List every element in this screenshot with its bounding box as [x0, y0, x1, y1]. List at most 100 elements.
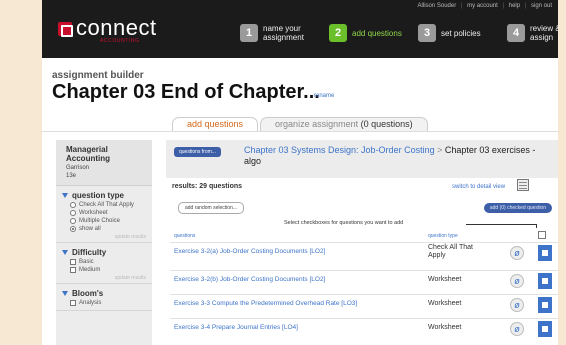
filter-title: Bloom's [72, 289, 104, 298]
tab-organize-count: (0 questions) [360, 119, 413, 129]
option-label: Basic [79, 259, 94, 265]
table-row: Exercise 3-2(a) Job-Order Costing Docume… [170, 242, 558, 262]
row-checkbox[interactable] [538, 321, 552, 337]
preview-icon[interactable]: ø [510, 298, 524, 312]
collapse-triangle-icon [62, 250, 68, 255]
book-title: Managerial Accounting [66, 145, 110, 163]
book-edition: 13e [66, 173, 77, 179]
question-type: Check All That Apply [428, 244, 474, 259]
preview-icon[interactable]: ø [510, 274, 524, 288]
question-type: Worksheet [428, 324, 462, 331]
checkbox-icon[interactable] [70, 267, 76, 273]
questions-from-button[interactable]: questions from... [174, 147, 221, 157]
instruction-arrow [466, 224, 536, 225]
filter-title: Difficulty [72, 248, 107, 257]
step-label: set policies [441, 28, 481, 38]
preview-icon[interactable]: ø [510, 246, 524, 260]
step-label: name your assignment [263, 24, 304, 42]
option-label: show all [79, 226, 101, 232]
step-review-assign[interactable]: 4 review & assign [507, 24, 558, 42]
step-number: 4 [507, 24, 525, 42]
step-label: review & assign [530, 24, 558, 42]
checkbox-icon[interactable] [70, 300, 76, 306]
step-label: add questions [352, 28, 402, 38]
tab-divider [42, 131, 558, 132]
switch-detail-view-link[interactable]: switch to detail view [452, 184, 505, 190]
logo-subtitle: ACCOUNTING [100, 38, 140, 44]
filter-blooms-toggle[interactable]: Bloom's [62, 289, 146, 298]
option-check-all-that-apply[interactable]: Check All That Apply [70, 202, 146, 208]
rename-link[interactable]: rename [314, 93, 334, 99]
col-type-header[interactable]: question type [428, 233, 458, 239]
radio-icon[interactable] [70, 202, 76, 208]
detail-view-icon[interactable] [517, 179, 529, 191]
step-name-assignment[interactable]: 1 name your assignment [240, 24, 319, 42]
radio-selected-icon[interactable] [70, 226, 76, 232]
question-type: Worksheet [428, 276, 462, 283]
row-checkbox[interactable] [538, 297, 552, 313]
question-link[interactable]: Exercise 3-2(b) Job-Order Costing Docume… [174, 276, 325, 283]
filter-difficulty: Difficulty Basic Medium update results [56, 243, 152, 284]
my-account-link[interactable]: my account [467, 3, 498, 9]
connect-logo-icon [58, 22, 73, 37]
step-set-policies[interactable]: 3 set policies [418, 24, 497, 42]
option-label: Analysis [79, 300, 102, 306]
question-link[interactable]: Exercise 3-4 Prepare Journal Entries [LO… [174, 324, 298, 331]
header: Allison Souder | my account | help | sig… [42, 0, 558, 58]
filter-question-type: question type Check All That Apply Works… [56, 186, 152, 243]
question-link[interactable]: Exercise 3-2(a) Job-Order Costing Docume… [174, 248, 325, 255]
chapter-link[interactable]: Chapter 03 Systems Design: Job-Order Cos… [244, 145, 435, 155]
add-checked-questions-button[interactable]: add (0) checked question [483, 203, 552, 213]
option-label: Multiple Choice [79, 218, 121, 224]
sign-out-link[interactable]: sign out [531, 3, 552, 9]
step-number: 1 [240, 24, 258, 42]
option-multiple-choice[interactable]: Multiple Choice [70, 218, 146, 224]
tab-organize-label: organize assignment [275, 119, 359, 129]
row-checkbox[interactable] [538, 245, 552, 261]
question-type: Worksheet [428, 300, 462, 307]
step-add-questions[interactable]: 2 add questions [329, 24, 408, 42]
question-source-bar: questions from... Chapter 03 Systems Des… [166, 140, 558, 178]
table-row: Exercise 3-2(b) Job-Order Costing Docume… [170, 270, 558, 290]
radio-icon[interactable] [70, 210, 76, 216]
select-all-checkbox[interactable] [538, 231, 546, 239]
table-row: Exercise 3-3 Compute the Predetermined O… [170, 294, 558, 314]
page: Allison Souder | my account | help | sig… [42, 0, 558, 345]
collapse-triangle-icon [62, 291, 68, 296]
tab-organize-assignment[interactable]: organize assignment (0 questions) [260, 117, 428, 131]
page-background-right [558, 0, 566, 345]
logo-text: connect [76, 15, 157, 40]
connect-logo[interactable]: connect [58, 15, 157, 40]
update-results-button[interactable]: update results [62, 275, 146, 281]
question-link[interactable]: Exercise 3-3 Compute the Predetermined O… [174, 300, 357, 307]
radio-icon[interactable] [70, 218, 76, 224]
instruction-text: Select checkboxes for questions you want… [284, 220, 404, 226]
option-label: Worksheet [79, 210, 108, 216]
results-count: results: 29 questions [172, 183, 243, 190]
checkbox-icon[interactable] [70, 259, 76, 265]
option-basic[interactable]: Basic [70, 259, 146, 265]
option-label: Check All That Apply [79, 202, 134, 208]
step-number: 3 [418, 24, 436, 42]
preview-icon[interactable]: ø [510, 322, 524, 336]
add-random-selection-button[interactable]: add random selection... [178, 202, 244, 214]
update-results-button[interactable]: update results [62, 234, 146, 240]
help-link[interactable]: help [509, 3, 520, 9]
option-label: Medium [79, 267, 101, 273]
page-title: Chapter 03 End of Chapter... [52, 81, 320, 103]
option-show-all[interactable]: show all [70, 226, 146, 232]
table-header: questions question type [170, 230, 558, 242]
breadcrumb: assignment builder [52, 70, 144, 81]
row-checkbox[interactable] [538, 273, 552, 289]
option-medium[interactable]: Medium [70, 267, 146, 273]
table-row: Exercise 3-4 Prepare Journal Entries [LO… [170, 318, 558, 338]
option-analysis[interactable]: Analysis [70, 300, 146, 306]
book-author: Garrison [66, 165, 90, 171]
tab-add-questions[interactable]: add questions [172, 117, 259, 131]
col-questions-header[interactable]: questions [174, 233, 195, 239]
filter-title: question type [72, 191, 125, 200]
step-number: 2 [329, 24, 347, 42]
option-worksheet[interactable]: Worksheet [70, 210, 146, 216]
filter-question-type-toggle[interactable]: question type [62, 191, 146, 200]
filter-difficulty-toggle[interactable]: Difficulty [62, 248, 146, 257]
